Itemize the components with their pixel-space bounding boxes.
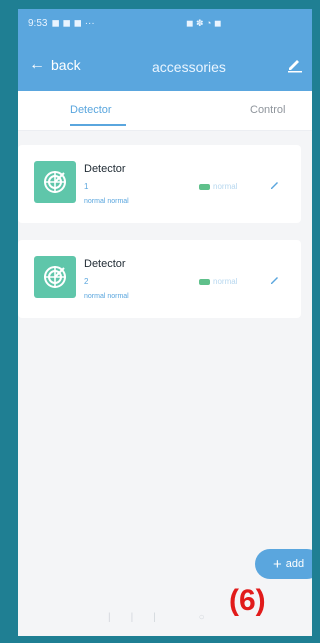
device-status: normal [199,182,237,191]
device-status-label: normal [213,277,238,286]
back-arrow-icon: ← [29,56,45,73]
tab-bar: Detector Control [18,91,312,131]
status-time: 9:53 [28,17,48,29]
status-bar: 9:53 ◼ ◼ ◼ ··· ◼ ✽ ◔ ◼ [18,9,312,37]
device-subtext: normal normal [84,293,129,300]
page-title: accessories [152,59,226,75]
device-status: normal [199,277,237,286]
active-tab-indicator [70,124,126,126]
device-status-label: normal [213,182,238,191]
pencil-icon[interactable] [270,180,280,190]
add-label: add [285,558,305,570]
tab-detector[interactable]: Detector [70,104,112,116]
device-name: Detector [84,163,126,175]
tab-control[interactable]: Control [250,104,285,116]
device-number: 2 [84,277,89,286]
phone-screen: 9:53 ◼ ◼ ◼ ··· ◼ ✽ ◔ ◼ ← back accessorie… [18,9,312,636]
radar-icon [44,171,66,193]
detector-icon [34,161,76,203]
device-subtext: normal normal [84,198,129,205]
back-button[interactable]: ← back [29,56,81,74]
device-name: Detector [84,258,126,270]
plus-icon: + [272,555,282,573]
status-right-icons: ◼ ✽ ◔ ◼ [186,18,222,28]
battery-icon [199,183,210,190]
pencil-icon[interactable] [270,275,280,285]
radar-icon [44,266,66,288]
add-button[interactable]: + add [255,549,312,579]
app-bar: ← back accessories [18,37,312,91]
back-label: back [51,57,81,73]
battery-icon [199,278,210,285]
status-left-icons: ◼ ◼ ◼ ··· [51,17,95,29]
device-card[interactable]: Detector 1 normal normal normal [18,145,301,223]
edit-icon[interactable] [286,55,304,73]
annotation-label: (6) [229,584,266,617]
detector-icon [34,256,76,298]
system-nav-hint: ||| ○ [108,612,225,623]
status-left: 9:53 ◼ ◼ ◼ ··· [28,18,95,29]
device-number: 1 [84,182,89,191]
device-card[interactable]: Detector 2 normal normal normal [18,240,301,318]
